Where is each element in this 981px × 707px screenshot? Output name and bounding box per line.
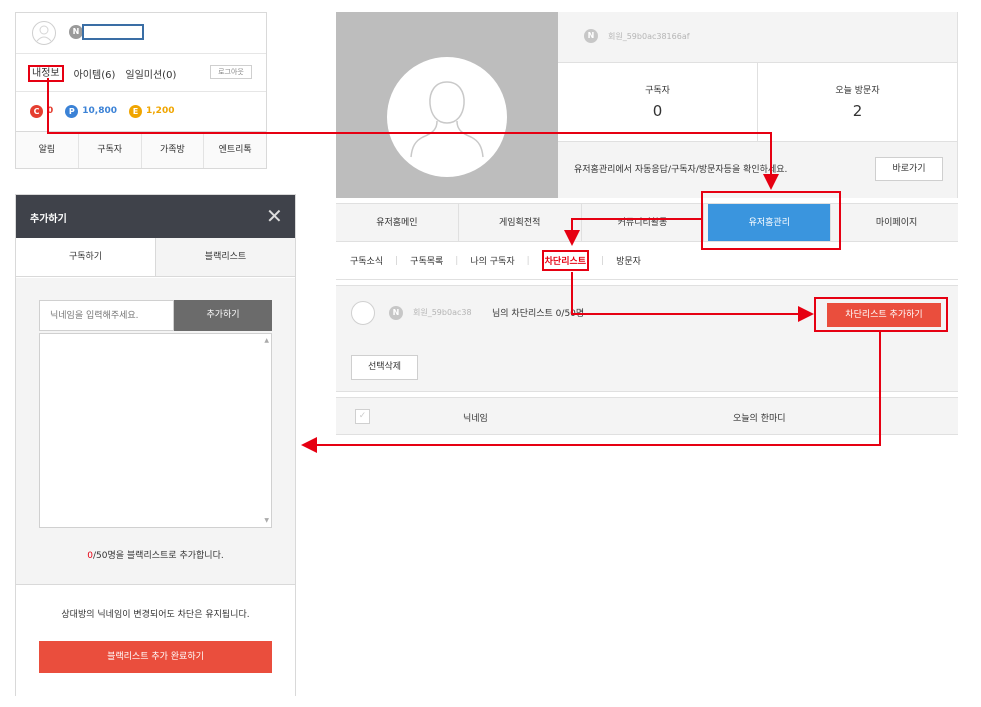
arrow-myinfo-to-manage xyxy=(47,78,779,190)
arrow-blocklist-to-add xyxy=(571,272,814,322)
arrow-manage-to-blocklist xyxy=(564,218,701,246)
flow-arrows xyxy=(47,78,881,453)
arrow-add-to-popup xyxy=(301,331,881,453)
